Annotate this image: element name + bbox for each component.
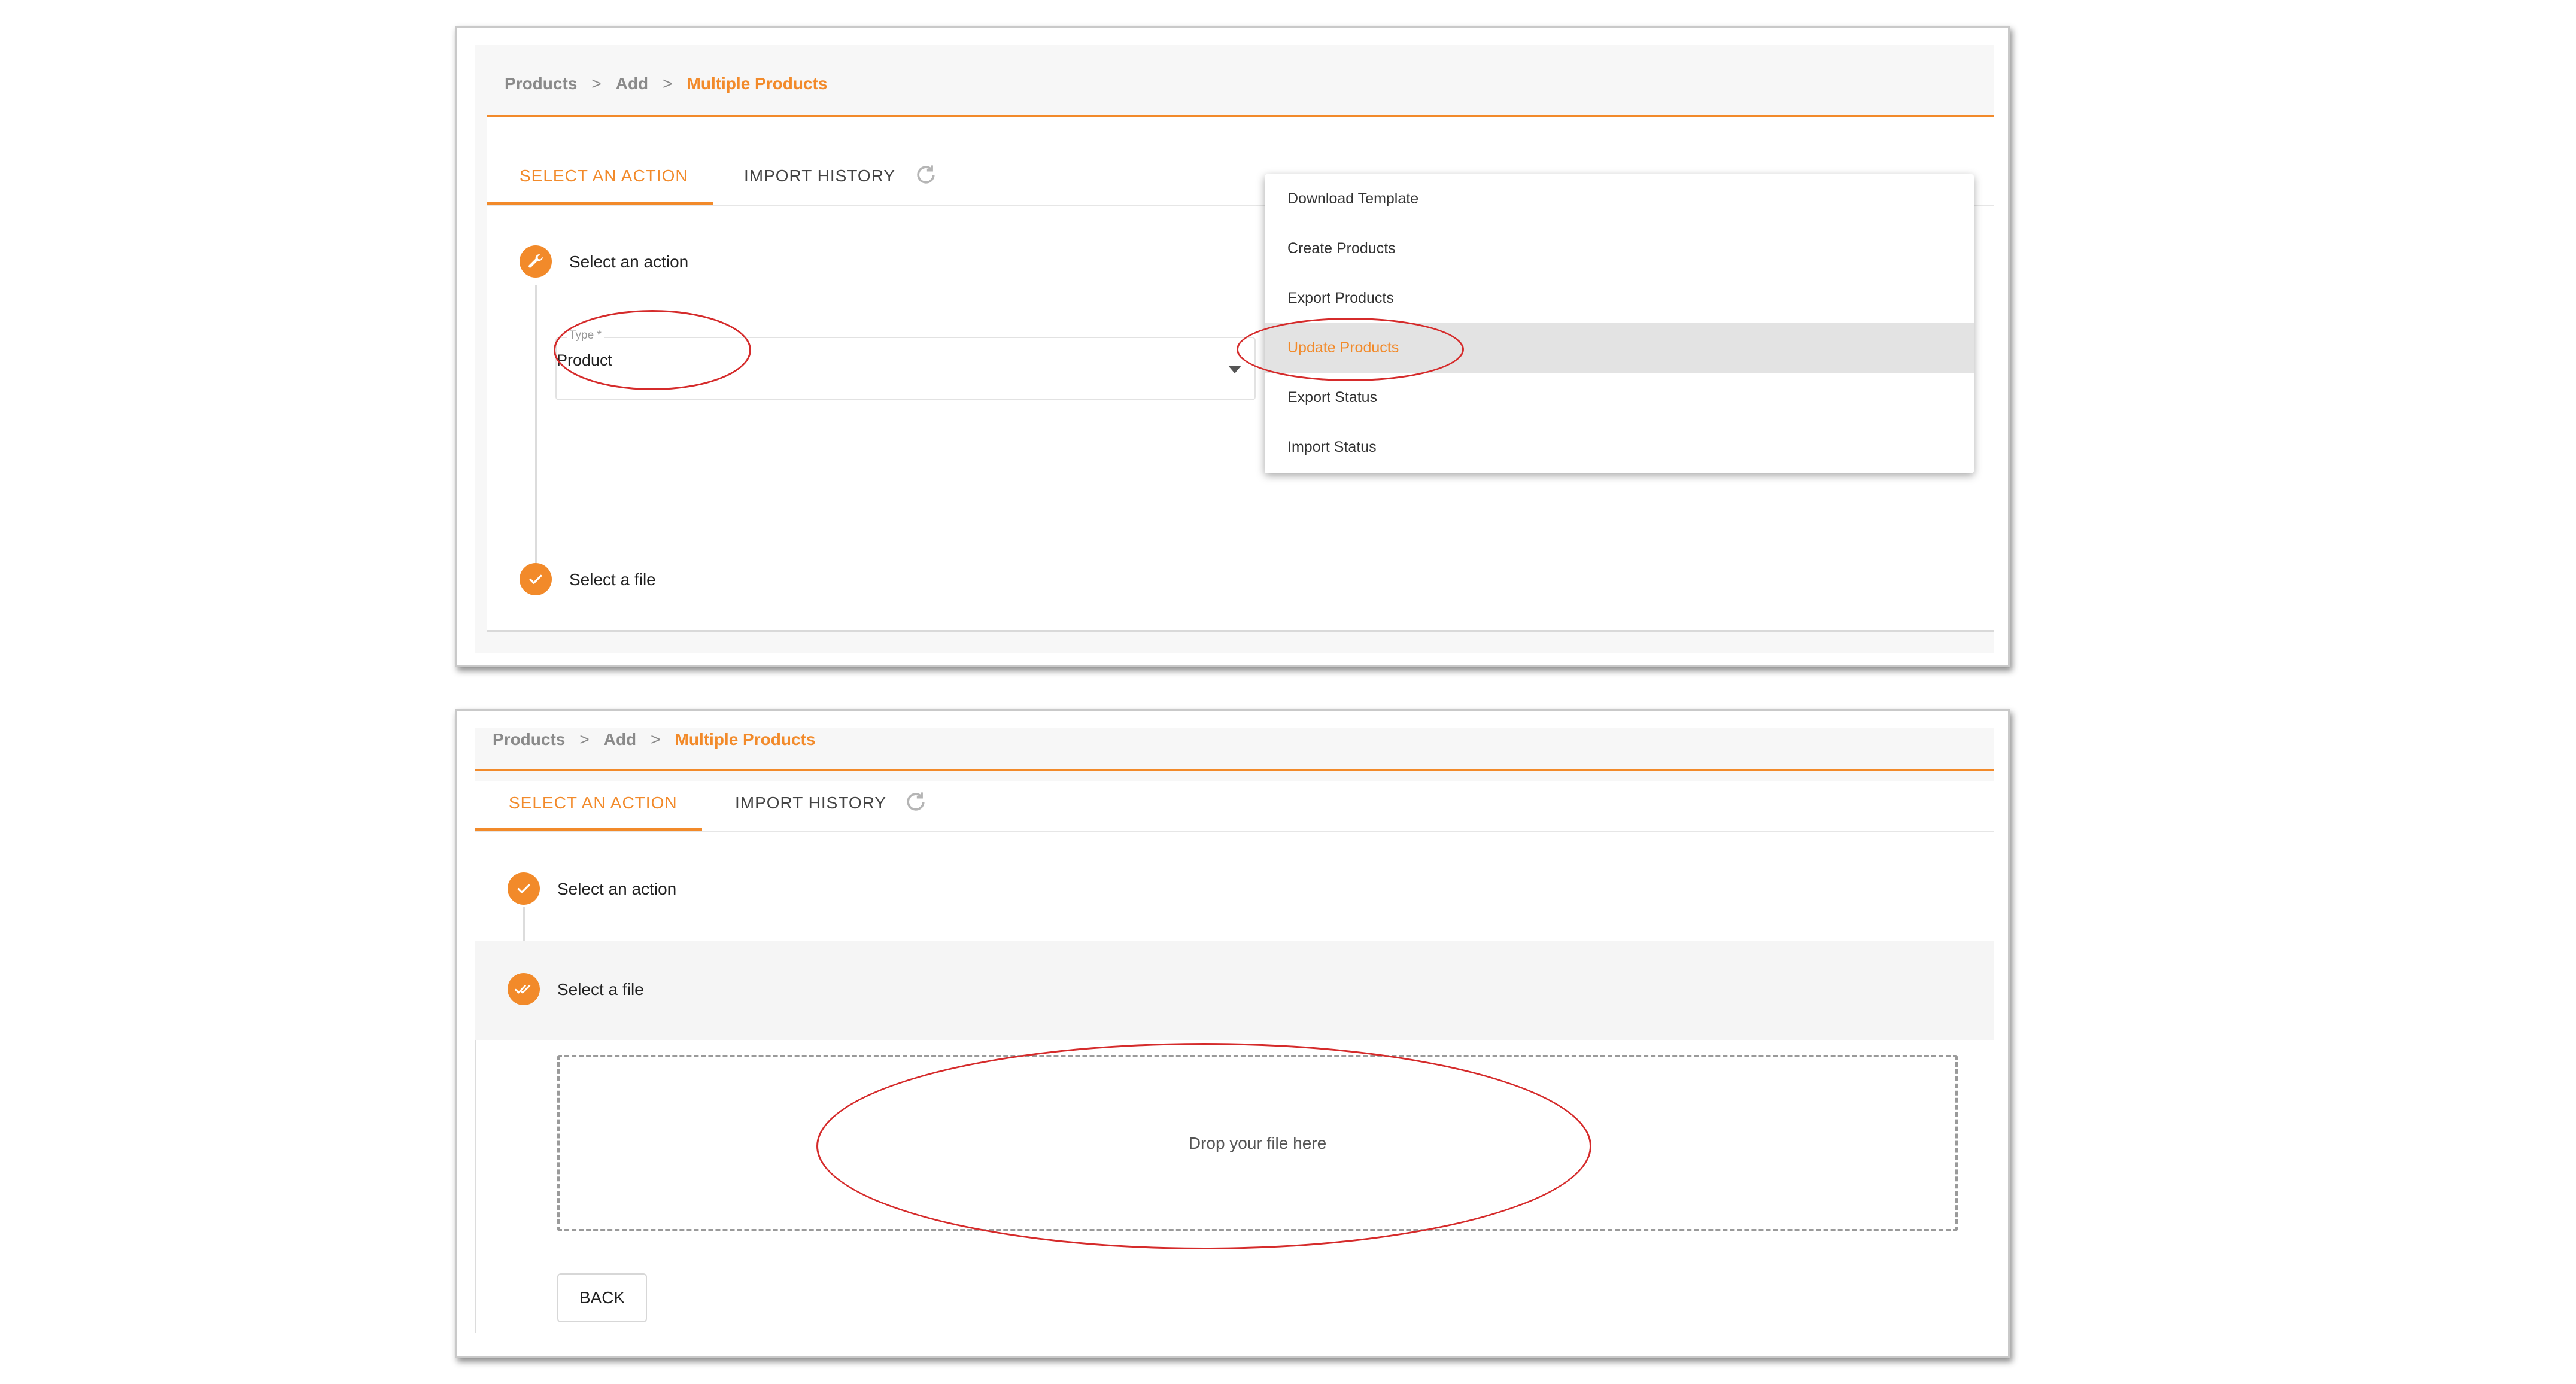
back-button[interactable]: BACK <box>557 1273 647 1322</box>
refresh-icon[interactable] <box>903 789 929 815</box>
tab-import-history[interactable]: IMPORT HISTORY <box>744 166 895 185</box>
tab-select-an-action[interactable]: SELECT AN ACTION <box>509 793 678 813</box>
action-dropdown-menu: Download Template Create Products Export… <box>1265 174 1974 473</box>
chevron-down-icon[interactable] <box>1228 366 1241 373</box>
tab-select-an-action[interactable]: SELECT AN ACTION <box>520 166 688 185</box>
breadcrumb-item-products[interactable]: Products <box>505 74 577 93</box>
breadcrumb-separator: > <box>651 730 661 749</box>
tabs-divider <box>475 831 1994 832</box>
menu-item-export-status[interactable]: Export Status <box>1265 373 1974 422</box>
header-divider <box>475 769 1994 771</box>
top-panel: Products > Add > Multiple Products SELECT AN… <box>455 26 2010 667</box>
file-dropzone[interactable]: Drop your file here <box>557 1055 1958 1231</box>
breadcrumb-current: Multiple Products <box>675 730 816 749</box>
double-check-icon <box>508 973 540 1005</box>
type-select-value: Product <box>557 351 613 369</box>
tab-import-history[interactable]: IMPORT HISTORY <box>735 793 886 813</box>
breadcrumb-item-add[interactable]: Add <box>616 74 648 93</box>
step-select-action-label: Select an action <box>569 253 689 271</box>
wrench-icon <box>520 245 552 278</box>
step-select-file-label: Select a file <box>557 980 644 999</box>
step-select-file-label: Select a file <box>569 570 656 589</box>
check-icon <box>508 872 540 905</box>
breadcrumb-separator: > <box>663 74 673 93</box>
menu-item-download-template[interactable]: Download Template <box>1265 174 1974 224</box>
stepper-rail <box>475 1040 476 1333</box>
breadcrumb-item-products[interactable]: Products <box>493 730 565 749</box>
breadcrumb: Products > Add > Multiple Products <box>505 74 827 93</box>
breadcrumb: Products > Add > Multiple Products <box>493 730 815 749</box>
type-select-label: Type * <box>567 329 604 342</box>
menu-item-export-products[interactable]: Export Products <box>1265 273 1974 323</box>
check-icon <box>520 563 552 595</box>
breadcrumb-current: Multiple Products <box>686 74 828 93</box>
step-select-action-label: Select an action <box>557 880 677 898</box>
refresh-icon[interactable] <box>913 162 939 188</box>
breadcrumb-item-add[interactable]: Add <box>604 730 636 749</box>
dropzone-text: Drop your file here <box>1188 1133 1327 1152</box>
active-step-row <box>475 941 1994 1040</box>
menu-item-create-products[interactable]: Create Products <box>1265 224 1974 273</box>
bottom-panel: Products > Add > Multiple Products SELECT AN… <box>455 709 2010 1358</box>
menu-item-update-products[interactable]: Update Products <box>1265 323 1974 373</box>
breadcrumb-separator: > <box>591 74 602 93</box>
menu-item-import-status[interactable]: Import Status <box>1265 422 1974 472</box>
type-select[interactable]: Product <box>555 337 1256 400</box>
breadcrumb-separator: > <box>579 730 590 749</box>
stepper-connector <box>535 285 537 563</box>
